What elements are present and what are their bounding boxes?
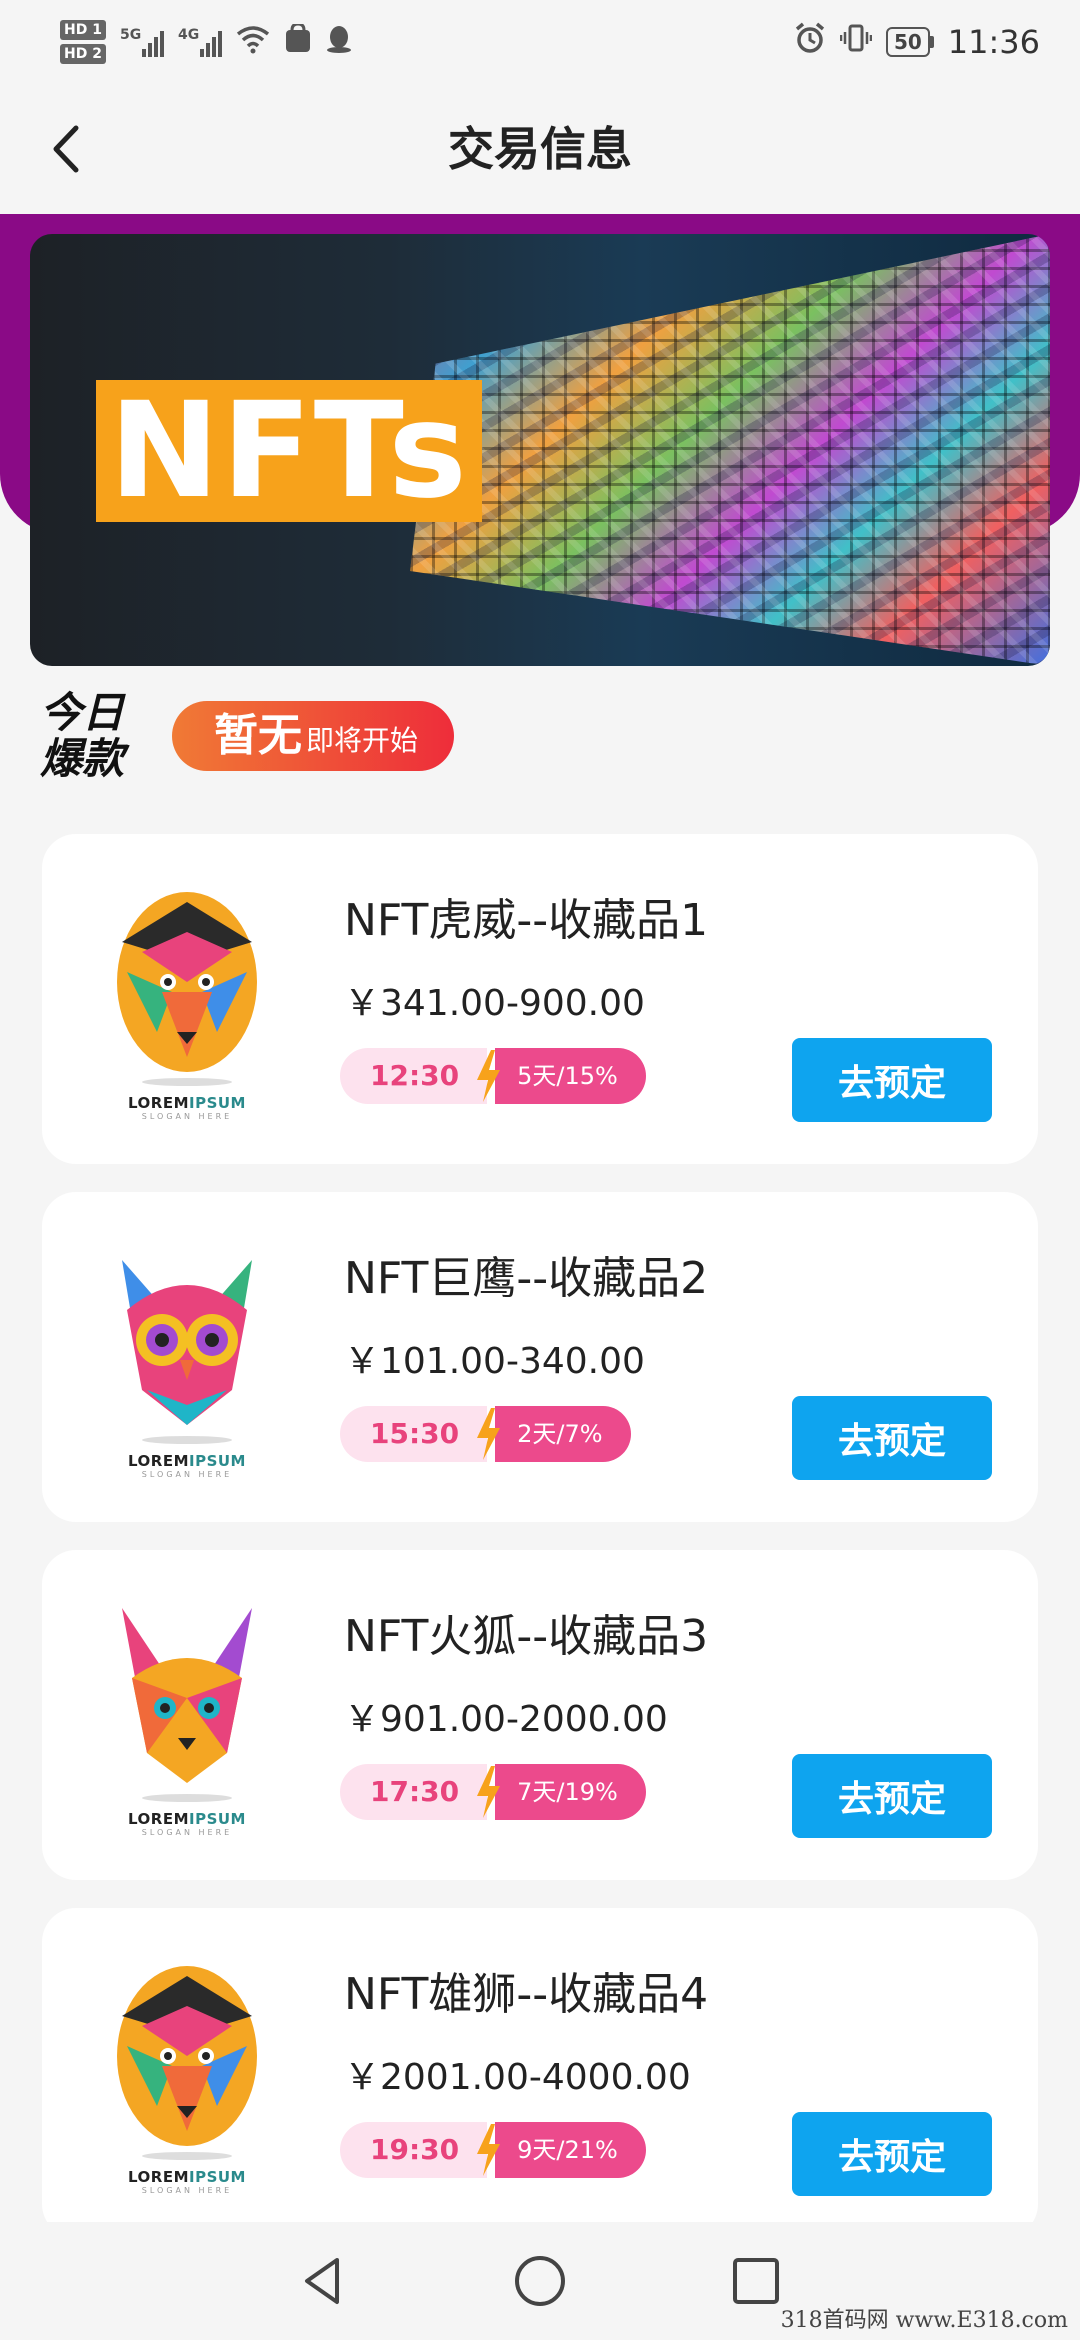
circle-home-icon xyxy=(515,2256,565,2306)
signal-5g-icon: 5G xyxy=(120,27,164,57)
lightning-icon xyxy=(477,1766,501,1818)
product-slogan: SLOGAN HERE xyxy=(141,2186,233,2195)
product-card[interactable]: LOREMIPSUM SLOGAN HERE NFT巨鹰--收藏品2 ￥101.… xyxy=(42,1192,1038,1522)
alarm-icon xyxy=(794,22,826,62)
hd1-badge: HD 1 xyxy=(60,20,106,40)
product-rate: 9天/21% xyxy=(495,2122,646,2178)
product-slogan: SLOGAN HERE xyxy=(141,1470,233,1479)
lynx-logo-icon xyxy=(122,1608,252,1802)
page-title: 交易信息 xyxy=(448,122,632,176)
product-schedule-tag: 17:30 7天/19% xyxy=(340,1764,646,1820)
product-name: NFT火狐--收藏品3 xyxy=(344,1611,709,1662)
app-store-icon xyxy=(284,21,312,61)
product-brand: LOREMIPSUM xyxy=(128,1810,246,1828)
reserve-button[interactable]: 去预定 xyxy=(792,1396,992,1480)
product-schedule-tag: 19:30 9天/21% xyxy=(340,2122,646,2178)
battery-level: 50 xyxy=(885,27,930,57)
product-name: NFT虎威--收藏品1 xyxy=(344,895,709,946)
battery-icon: 50 xyxy=(885,27,934,57)
qq-icon xyxy=(326,24,352,61)
vibrate-icon xyxy=(839,22,873,62)
nft-banner[interactable]: NFTs xyxy=(30,234,1050,666)
watermark: 318首码网 www.E318.com xyxy=(780,2308,1068,2333)
product-time: 17:30 xyxy=(340,1764,488,1820)
hd-indicators: HD 1 HD 2 xyxy=(60,20,106,64)
net-5g-label: 5G xyxy=(119,27,142,43)
nav-back-button[interactable] xyxy=(291,2248,357,2314)
top-nav-bar: 交易信息 xyxy=(0,84,1080,214)
nav-recents-button[interactable] xyxy=(723,2248,789,2314)
product-rate: 2天/7% xyxy=(495,1406,631,1462)
product-time: 15:30 xyxy=(340,1406,488,1462)
product-thumbnail: LOREMIPSUM SLOGAN HERE xyxy=(102,1598,272,1838)
net-4g-label: 4G xyxy=(177,27,200,43)
product-price: ￥2001.00-4000.00 xyxy=(344,2057,691,2098)
product-price: ￥901.00-2000.00 xyxy=(344,1699,668,1740)
product-slogan: SLOGAN HERE xyxy=(141,1828,233,1837)
today-hot-logo: 今日 爆款 xyxy=(40,690,150,782)
today-hot-logo-line1: 今日 xyxy=(40,688,125,737)
clock: 11:36 xyxy=(947,23,1040,61)
tiger-logo-icon xyxy=(117,1966,257,2160)
nav-home-button[interactable] xyxy=(507,2248,573,2314)
product-schedule-tag: 12:30 5天/15% xyxy=(340,1048,646,1104)
signal-4g-icon: 4G xyxy=(178,27,222,57)
lightning-icon xyxy=(477,1050,501,1102)
hd2-badge: HD 2 xyxy=(60,44,106,64)
today-hot-status-note: 即将开始 xyxy=(306,724,419,757)
product-price: ￥341.00-900.00 xyxy=(344,983,645,1024)
product-thumbnail: LOREMIPSUM SLOGAN HERE xyxy=(102,882,272,1122)
today-hot-logo-line2: 爆款 xyxy=(40,734,125,783)
tiger-logo-icon xyxy=(117,892,257,1086)
lightning-icon xyxy=(477,2124,501,2176)
today-hot-section: 今日 爆款 暂无 即将开始 xyxy=(40,686,455,786)
product-schedule-tag: 15:30 2天/7% xyxy=(340,1406,631,1462)
banner-label: NFTs xyxy=(96,380,482,522)
lightning-icon xyxy=(477,1408,501,1460)
product-rate: 5天/15% xyxy=(495,1048,646,1104)
status-bar: HD 1 HD 2 5G 4G 50 11:36 xyxy=(0,0,1080,84)
reserve-button[interactable]: 去预定 xyxy=(792,1754,992,1838)
product-brand: LOREMIPSUM xyxy=(128,2168,246,2186)
product-price: ￥101.00-340.00 xyxy=(344,1341,645,1382)
product-rate: 7天/19% xyxy=(495,1764,646,1820)
product-time: 19:30 xyxy=(340,2122,488,2178)
product-card[interactable]: LOREMIPSUM SLOGAN HERE NFT火狐--收藏品3 ￥901.… xyxy=(42,1550,1038,1880)
product-card[interactable]: LOREMIPSUM SLOGAN HERE NFT雄狮--收藏品4 ￥2001… xyxy=(42,1908,1038,2238)
product-card[interactable]: LOREMIPSUM SLOGAN HERE NFT虎威--收藏品1 ￥341.… xyxy=(42,834,1038,1164)
product-thumbnail: LOREMIPSUM SLOGAN HERE xyxy=(102,1240,272,1480)
banner-label-text: NFTs xyxy=(109,374,469,528)
banner-image-wall xyxy=(410,234,1050,666)
triangle-back-icon xyxy=(305,2258,339,2304)
product-name: NFT雄狮--收藏品4 xyxy=(344,1969,709,2020)
wifi-icon xyxy=(236,24,270,61)
product-time: 12:30 xyxy=(340,1048,488,1104)
square-recents-icon xyxy=(733,2258,779,2304)
status-left: HD 1 HD 2 5G 4G xyxy=(60,20,352,64)
owl-logo-icon xyxy=(122,1260,252,1444)
reserve-button[interactable]: 去预定 xyxy=(792,1038,992,1122)
product-brand: LOREMIPSUM xyxy=(128,1094,246,1112)
product-thumbnail: LOREMIPSUM SLOGAN HERE xyxy=(102,1956,272,2196)
today-hot-status-badge: 暂无 即将开始 xyxy=(172,701,455,771)
today-hot-status: 暂无 xyxy=(214,710,302,761)
status-right: 50 11:36 xyxy=(794,22,1040,62)
reserve-button[interactable]: 去预定 xyxy=(792,2112,992,2196)
product-slogan: SLOGAN HERE xyxy=(141,1112,233,1121)
product-name: NFT巨鹰--收藏品2 xyxy=(344,1253,709,1304)
product-brand: LOREMIPSUM xyxy=(128,1452,246,1470)
